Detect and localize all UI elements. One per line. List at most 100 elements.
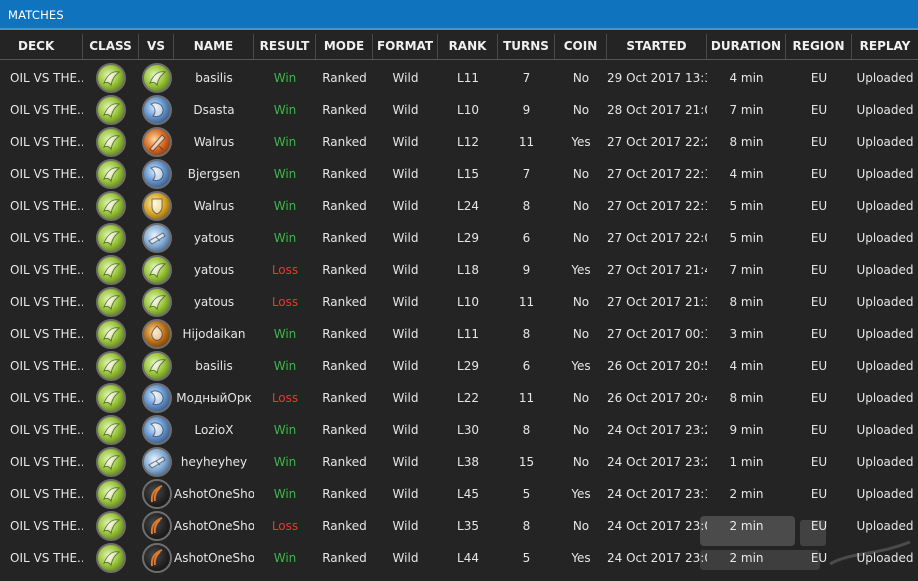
column-header-turns[interactable]: TURNS xyxy=(498,34,555,59)
column-header-region[interactable]: REGION xyxy=(786,34,852,59)
table-row[interactable]: OIL VS THE... МодныйОрк Loss Ranked Wild L22 1… xyxy=(0,382,918,414)
cell-turns: 6 xyxy=(522,359,531,373)
column-header-rank[interactable]: RANK xyxy=(438,34,498,59)
cell-region: EU xyxy=(810,135,828,149)
cell-started: 27 Oct 2017 21:45 xyxy=(607,263,707,277)
cell-turns: 8 xyxy=(522,327,531,341)
druid-icon xyxy=(142,351,172,381)
cell-replay[interactable]: Uploaded xyxy=(852,318,918,350)
cell-result: Win xyxy=(273,423,297,437)
table-row[interactable]: OIL VS THE... yatous Win Ranked Wild L29 6 No 27… xyxy=(0,222,918,254)
cell-rank: L18 xyxy=(457,263,479,277)
column-header-deck[interactable]: DECK xyxy=(0,34,83,59)
mage-icon xyxy=(142,223,172,253)
table-row[interactable]: OIL VS THE... Dsasta Win Ranked Wild L10 9 No 28… xyxy=(0,94,918,126)
table-row[interactable]: OIL VS THE... yatous Loss Ranked Wild L10 11 No… xyxy=(0,286,918,318)
cell-format: Wild xyxy=(392,199,419,213)
cell-replay[interactable]: Uploaded xyxy=(852,190,918,222)
cell-name: AshotOneShot xyxy=(174,519,254,533)
cell-turns: 8 xyxy=(522,519,531,533)
cell-deck: OIL VS THE... xyxy=(10,231,83,245)
cell-result: Win xyxy=(273,103,297,117)
cell-deck: OIL VS THE... xyxy=(10,519,83,533)
druid-icon xyxy=(96,255,126,285)
column-header-vs[interactable]: VS xyxy=(139,34,174,59)
cell-replay[interactable]: Uploaded xyxy=(852,126,918,158)
cell-format: Wild xyxy=(392,423,419,437)
cell-rank: L35 xyxy=(457,519,479,533)
cell-replay[interactable]: Uploaded xyxy=(852,158,918,190)
table-row[interactable]: OIL VS THE... basilis Win Ranked Wild L11 7 No 2… xyxy=(0,62,918,94)
column-header-started[interactable]: STARTED xyxy=(607,34,707,59)
cell-duration: 3 min xyxy=(729,327,764,341)
cell-region: EU xyxy=(810,231,828,245)
table-row[interactable]: OIL VS THE... AshotOneShot Loss Ranked Wild L… xyxy=(0,510,918,542)
cell-name: Walrus xyxy=(193,135,235,149)
column-header-coin[interactable]: COIN xyxy=(555,34,607,59)
druid-icon xyxy=(96,447,126,477)
cell-replay[interactable]: Uploaded xyxy=(852,542,918,573)
header-divider xyxy=(0,59,918,60)
cell-name: AshotOneShot xyxy=(174,551,254,565)
cell-duration: 9 min xyxy=(729,423,764,437)
cell-region: EU xyxy=(810,359,828,373)
cell-coin: Yes xyxy=(571,135,591,149)
column-header-name[interactable]: NAME xyxy=(174,34,254,59)
cell-turns: 15 xyxy=(518,455,535,469)
cell-replay[interactable]: Uploaded xyxy=(852,478,918,510)
cell-region: EU xyxy=(810,199,828,213)
cell-result: Loss xyxy=(271,391,299,405)
table-row[interactable]: OIL VS THE... Hijodaikan Win Ranked Wild L11 8… xyxy=(0,318,918,350)
cell-replay[interactable]: Uploaded xyxy=(852,94,918,126)
table-row[interactable]: OIL VS THE... Walrus Win Ranked Wild L12 11 Yes… xyxy=(0,126,918,158)
cell-mode: Ranked xyxy=(322,519,367,533)
cell-started: 24 Oct 2017 23:26 xyxy=(607,423,707,437)
column-header-format[interactable]: FORMAT xyxy=(373,34,438,59)
cell-deck: OIL VS THE... xyxy=(10,391,83,405)
table-row[interactable]: OIL VS THE... Bjergsen Win Ranked Wild L15 7 No… xyxy=(0,158,918,190)
cell-coin: No xyxy=(572,391,590,405)
column-header-mode[interactable]: MODE xyxy=(316,34,373,59)
cell-mode: Ranked xyxy=(322,551,367,565)
column-header-result[interactable]: RESULT xyxy=(254,34,316,59)
cell-format: Wild xyxy=(392,551,419,565)
cell-replay[interactable]: Uploaded xyxy=(852,414,918,446)
cell-started: 27 Oct 2017 22:02 xyxy=(607,231,707,245)
druid-icon xyxy=(96,63,126,93)
window-title: MATCHES xyxy=(8,8,64,22)
column-header-duration[interactable]: DURATION xyxy=(707,34,786,59)
cell-region: EU xyxy=(810,103,828,117)
hunter-icon xyxy=(142,543,172,573)
cell-replay[interactable]: Uploaded xyxy=(852,350,918,382)
table-row[interactable]: OIL VS THE... Walrus Win Ranked Wild L24 8 No 27… xyxy=(0,190,918,222)
cell-turns: 11 xyxy=(518,295,535,309)
table-row[interactable]: OIL VS THE... AshotOneShot Win Ranked Wild L4… xyxy=(0,542,918,573)
column-header-replay[interactable]: REPLAY xyxy=(852,34,918,59)
cell-turns: 7 xyxy=(522,167,531,181)
column-header-class[interactable]: CLASS xyxy=(83,34,139,59)
druid-icon xyxy=(96,287,126,317)
table-row[interactable]: OIL VS THE... heyheyhey Win Ranked Wild L38 15… xyxy=(0,446,918,478)
cell-region: EU xyxy=(810,263,828,277)
druid-icon xyxy=(96,159,126,189)
cell-coin: No xyxy=(572,519,590,533)
cell-rank: L30 xyxy=(457,423,479,437)
cell-turns: 6 xyxy=(522,231,531,245)
cell-replay[interactable]: Uploaded xyxy=(852,222,918,254)
cell-started: 24 Oct 2017 23:10 xyxy=(607,487,707,501)
cell-mode: Ranked xyxy=(322,263,367,277)
druid-icon xyxy=(96,319,126,349)
cell-duration: 8 min xyxy=(729,135,764,149)
table-row[interactable]: OIL VS THE... LozioX Win Ranked Wild L30 8 No 24… xyxy=(0,414,918,446)
table-row[interactable]: OIL VS THE... basilis Win Ranked Wild L29 6 Yes… xyxy=(0,350,918,382)
table-row[interactable]: OIL VS THE... AshotOneShot Win Ranked Wild L4… xyxy=(0,478,918,510)
cell-replay[interactable]: Uploaded xyxy=(852,446,918,478)
cell-replay[interactable]: Uploaded xyxy=(852,382,918,414)
cell-replay[interactable]: Uploaded xyxy=(852,510,918,542)
cell-replay[interactable]: Uploaded xyxy=(852,286,918,318)
druid-icon xyxy=(96,479,126,509)
table-row[interactable]: OIL VS THE... yatous Loss Ranked Wild L18 9 Yes… xyxy=(0,254,918,286)
cell-replay[interactable]: Uploaded xyxy=(852,62,918,94)
cell-duration: 1 min xyxy=(729,455,764,469)
cell-replay[interactable]: Uploaded xyxy=(852,254,918,286)
